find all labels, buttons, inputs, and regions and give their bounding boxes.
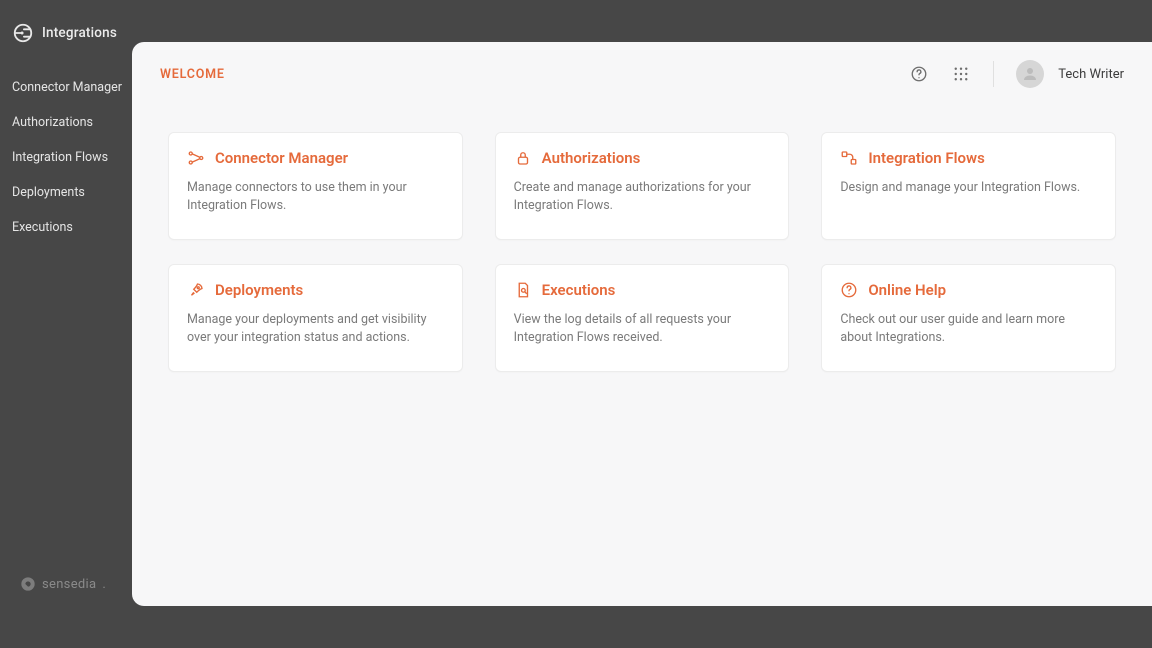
footer-brand: sensedia. bbox=[20, 576, 106, 592]
sidebar-item-executions[interactable]: Executions bbox=[0, 212, 132, 243]
network-icon bbox=[187, 149, 205, 167]
card-authorizations[interactable]: Authorizations Create and manage authori… bbox=[495, 132, 790, 240]
card-deployments[interactable]: Deployments Manage your deployments and … bbox=[168, 264, 463, 372]
footer-brand-label: sensedia bbox=[42, 577, 96, 592]
card-title: Deployments bbox=[215, 281, 303, 299]
lock-icon bbox=[514, 149, 532, 167]
page-title: WELCOME bbox=[160, 67, 225, 82]
sidebar: Integrations Connector Manager Authoriza… bbox=[0, 0, 132, 648]
card-title: Executions bbox=[542, 281, 616, 299]
document-search-icon bbox=[514, 281, 532, 299]
sidebar-item-integration-flows[interactable]: Integration Flows bbox=[0, 142, 132, 173]
main-panel: WELCOME bbox=[132, 42, 1152, 606]
card-title: Connector Manager bbox=[215, 149, 348, 167]
help-circle-icon bbox=[840, 281, 858, 299]
card-integration-flows[interactable]: Integration Flows Design and manage your… bbox=[821, 132, 1116, 240]
avatar bbox=[1016, 60, 1044, 88]
card-desc: View the log details of all requests you… bbox=[514, 311, 771, 347]
card-desc: Manage connectors to use them in your In… bbox=[187, 179, 444, 215]
card-desc: Check out our user guide and learn more … bbox=[840, 311, 1097, 347]
card-desc: Manage your deployments and get visibili… bbox=[187, 311, 444, 347]
sidebar-item-connector-manager[interactable]: Connector Manager bbox=[0, 72, 132, 103]
sidebar-nav: Connector Manager Authorizations Integra… bbox=[0, 72, 132, 243]
card-title: Integration Flows bbox=[868, 149, 985, 167]
card-desc: Design and manage your Integration Flows… bbox=[840, 179, 1097, 197]
flow-icon bbox=[840, 149, 858, 167]
card-title: Authorizations bbox=[542, 149, 641, 167]
help-icon[interactable] bbox=[909, 64, 929, 84]
topbar-divider bbox=[993, 61, 994, 87]
topbar: WELCOME bbox=[132, 42, 1152, 98]
user-name: Tech Writer bbox=[1058, 67, 1124, 82]
topbar-right: Tech Writer bbox=[909, 60, 1124, 88]
footer-brand-icon bbox=[20, 576, 36, 592]
card-executions[interactable]: Executions View the log details of all r… bbox=[495, 264, 790, 372]
cards-grid: Connector Manager Manage connectors to u… bbox=[132, 98, 1152, 406]
apps-grid-icon[interactable] bbox=[951, 64, 971, 84]
card-desc: Create and manage authorizations for you… bbox=[514, 179, 771, 215]
sidebar-footer: sensedia. bbox=[0, 576, 132, 648]
user-menu[interactable]: Tech Writer bbox=[1016, 60, 1124, 88]
card-connector-manager[interactable]: Connector Manager Manage connectors to u… bbox=[168, 132, 463, 240]
card-title: Online Help bbox=[868, 281, 946, 299]
brand: Integrations bbox=[0, 22, 132, 72]
card-online-help[interactable]: Online Help Check out our user guide and… bbox=[821, 264, 1116, 372]
sidebar-item-authorizations[interactable]: Authorizations bbox=[0, 107, 132, 138]
brand-name: Integrations bbox=[42, 25, 117, 41]
rocket-icon bbox=[187, 281, 205, 299]
sidebar-item-deployments[interactable]: Deployments bbox=[0, 177, 132, 208]
brand-logo-icon bbox=[12, 22, 34, 44]
